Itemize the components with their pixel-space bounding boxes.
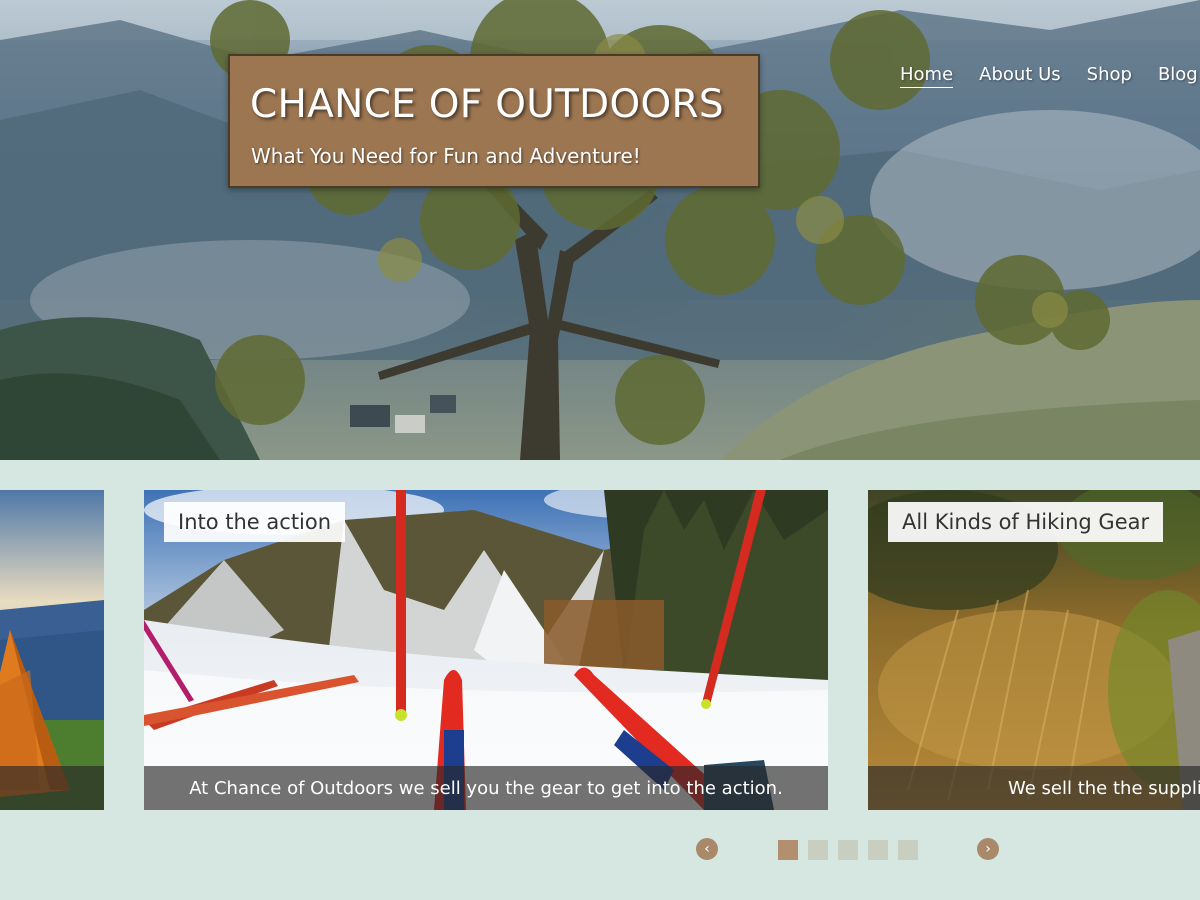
nav-item-about-us[interactable]: About Us xyxy=(979,64,1061,88)
nav-item-shop[interactable]: Shop xyxy=(1087,64,1132,88)
chevron-right-icon: › xyxy=(985,841,991,857)
slide-title: All Kinds of Hiking Gear xyxy=(888,502,1164,542)
carousel-slide-current[interactable]: Into the action At Chance of Outdoors we… xyxy=(144,490,828,810)
slide-caption xyxy=(0,766,104,810)
main-navigation: Home About Us Shop Blog xyxy=(900,64,1198,88)
site-brand-box: CHANCE OF OUTDOORS What You Need for Fun… xyxy=(228,54,760,188)
carousel-dot-2[interactable] xyxy=(808,840,828,860)
featured-carousel: Into the action At Chance of Outdoors we… xyxy=(0,460,1200,900)
carousel-dot-4[interactable] xyxy=(868,840,888,860)
carousel-slide-previous[interactable] xyxy=(0,490,104,810)
carousel-next-button[interactable]: › xyxy=(977,838,999,860)
site-tagline: What You Need for Fun and Adventure! xyxy=(251,144,641,168)
slide-title: Into the action xyxy=(164,502,346,542)
slide-caption: At Chance of Outdoors we sell you the ge… xyxy=(144,766,828,810)
nav-item-blog[interactable]: Blog xyxy=(1158,64,1198,88)
site-title[interactable]: CHANCE OF OUTDOORS xyxy=(250,82,724,127)
carousel-dot-5[interactable] xyxy=(898,840,918,860)
carousel-prev-button[interactable]: ‹ xyxy=(696,838,718,860)
carousel-pagination xyxy=(778,840,918,860)
carousel-dot-1[interactable] xyxy=(778,840,798,860)
carousel-slide-next[interactable]: All Kinds of Hiking Gear We sell the the… xyxy=(868,490,1200,810)
camping-tent-image xyxy=(0,490,104,810)
nav-item-home[interactable]: Home xyxy=(900,64,954,88)
hero-banner: CHANCE OF OUTDOORS What You Need for Fun… xyxy=(0,0,1200,460)
carousel-dot-3[interactable] xyxy=(838,840,858,860)
slide-caption: We sell the the supplies xyxy=(868,766,1200,810)
chevron-left-icon: ‹ xyxy=(704,841,710,857)
